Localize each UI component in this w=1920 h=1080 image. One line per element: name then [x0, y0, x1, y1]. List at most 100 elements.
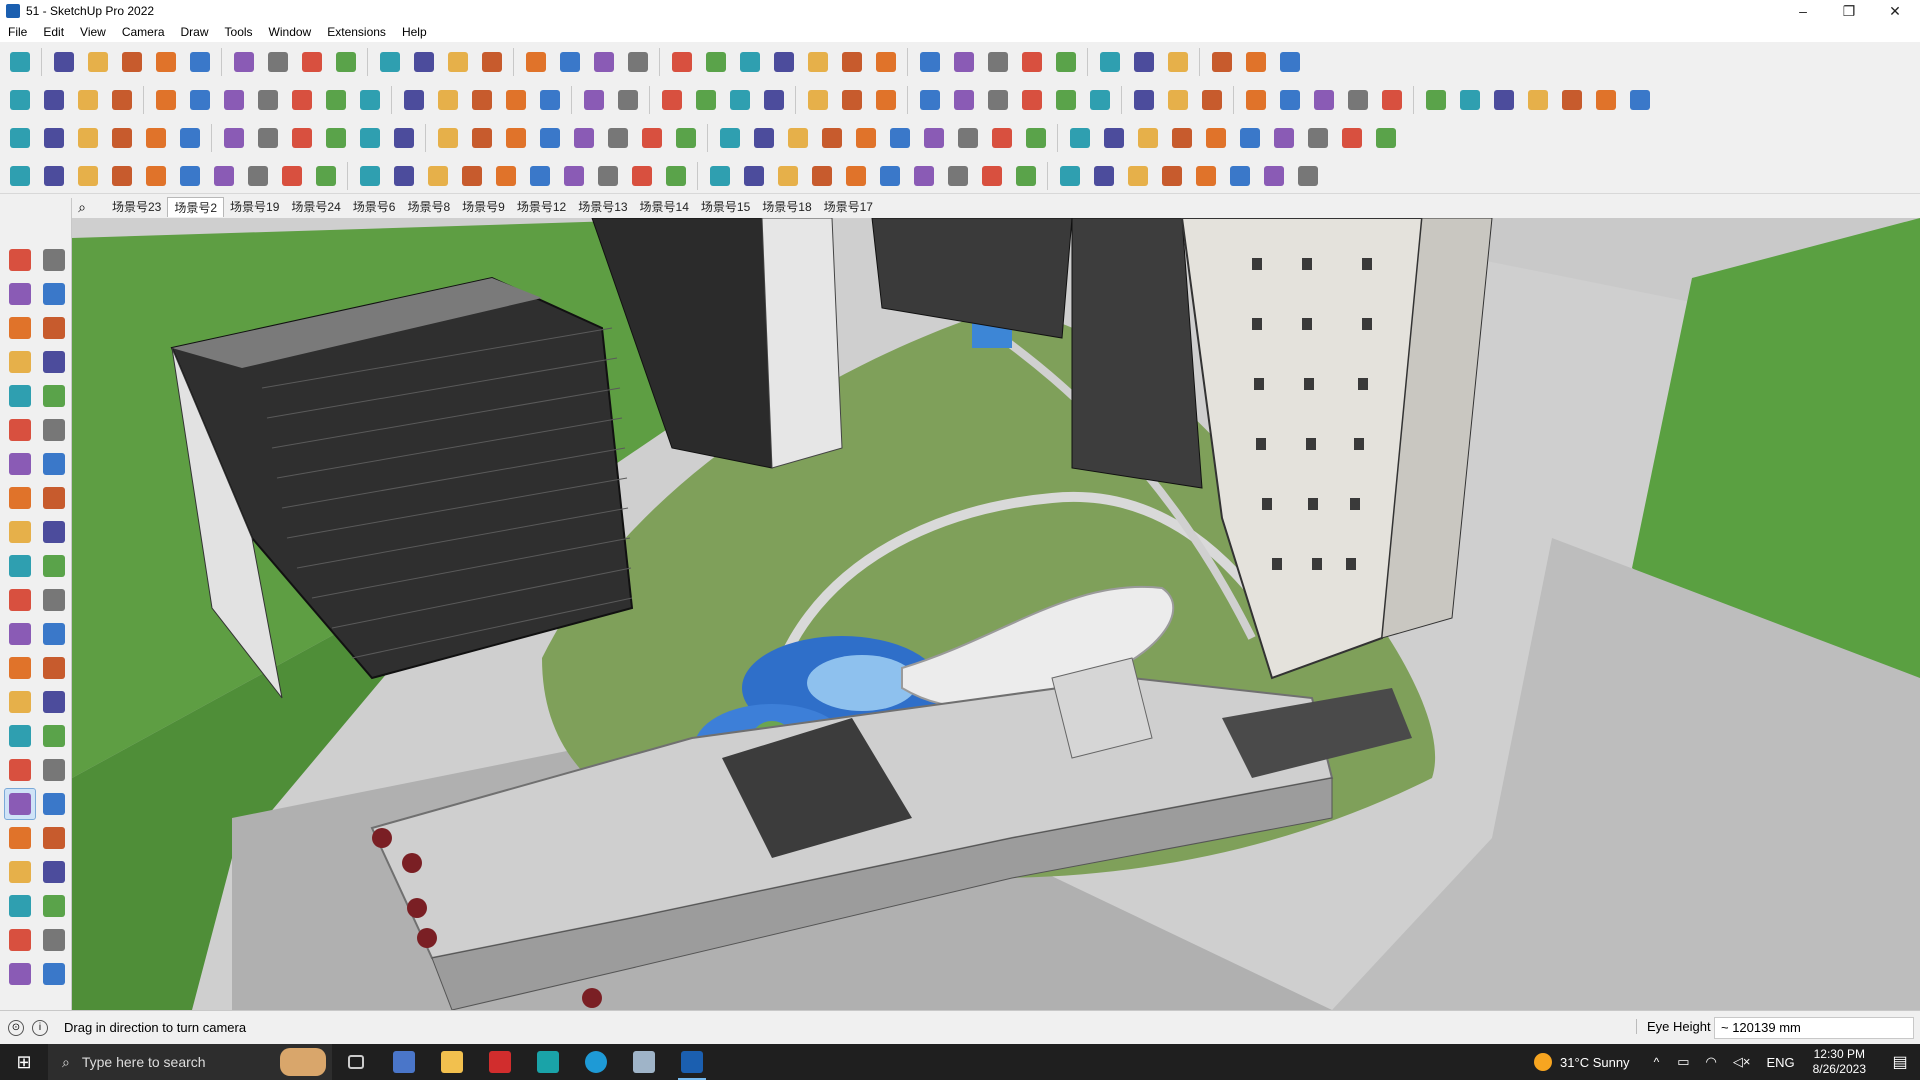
toolbar-tool-icon[interactable]: [310, 161, 341, 192]
toolbar-tool-icon[interactable]: [106, 161, 137, 192]
toolbar-tool-icon[interactable]: [208, 161, 239, 192]
toolbar-tool-icon[interactable]: [242, 161, 273, 192]
menu-camera[interactable]: Camera: [114, 25, 173, 39]
clock[interactable]: 12:30 PM 8/26/2023: [1813, 1047, 1866, 1077]
toolbar-tool-icon[interactable]: [748, 123, 779, 154]
left-tool-icon[interactable]: [4, 822, 36, 854]
toolbar-tool-icon[interactable]: [1336, 123, 1367, 154]
toolbar-tool-icon[interactable]: [296, 47, 327, 78]
toolbar-tool-icon[interactable]: [534, 85, 565, 116]
toolbar-tool-icon[interactable]: [1342, 85, 1373, 116]
toolbar-tool-icon[interactable]: [174, 161, 205, 192]
scene-tab[interactable]: 场景号24: [285, 197, 346, 217]
left-tool-icon[interactable]: [4, 244, 36, 276]
geo-location-icon[interactable]: ⊙: [8, 1019, 24, 1036]
toolbar-tool-icon[interactable]: [1162, 47, 1193, 78]
scene-tab[interactable]: 场景号15: [695, 197, 756, 217]
toolbar-tool-icon[interactable]: [666, 47, 697, 78]
info-icon[interactable]: i: [32, 1019, 48, 1036]
toolbar-tool-icon[interactable]: [1122, 161, 1153, 192]
toolbar-tool-icon[interactable]: [914, 85, 945, 116]
toolbar-tool-icon[interactable]: [558, 161, 589, 192]
toolbar-tool-icon[interactable]: [1128, 47, 1159, 78]
toolbar-tool-icon[interactable]: [738, 161, 769, 192]
toolbar-tool-icon[interactable]: [388, 161, 419, 192]
left-tool-icon[interactable]: [38, 516, 70, 548]
toolbar-tool-icon[interactable]: [1162, 85, 1193, 116]
toolbar-tool-icon[interactable]: [758, 85, 789, 116]
toolbar-tool-icon[interactable]: [612, 85, 643, 116]
left-tool-icon[interactable]: [4, 584, 36, 616]
menu-extensions[interactable]: Extensions: [319, 25, 394, 39]
toolbar-tool-icon[interactable]: [432, 123, 463, 154]
toolbar-tool-icon[interactable]: [908, 161, 939, 192]
left-tool-icon[interactable]: [4, 448, 36, 480]
toolbar-tool-icon[interactable]: [432, 85, 463, 116]
input-language[interactable]: ENG: [1766, 1055, 1794, 1070]
left-tool-icon[interactable]: [4, 482, 36, 514]
toolbar-tool-icon[interactable]: [1302, 123, 1333, 154]
toolbar-tool-icon[interactable]: [252, 123, 283, 154]
toolbar-tool-icon[interactable]: [354, 85, 385, 116]
toolbar-tool-icon[interactable]: [1016, 47, 1047, 78]
toolbar-tool-icon[interactable]: [106, 123, 137, 154]
toolbar-tool-icon[interactable]: [734, 47, 765, 78]
toolbar-tool-icon[interactable]: [840, 161, 871, 192]
toolbar-tool-icon[interactable]: [874, 161, 905, 192]
toolbar-tool-icon[interactable]: [466, 123, 497, 154]
toolbar-tool-icon[interactable]: [354, 161, 385, 192]
toolbar-tool-icon[interactable]: [1098, 123, 1129, 154]
scene-tab[interactable]: 场景号14: [634, 197, 695, 217]
menu-window[interactable]: Window: [261, 25, 320, 39]
toolbar-tool-icon[interactable]: [140, 161, 171, 192]
left-tool-icon[interactable]: [4, 278, 36, 310]
toolbar-tool-icon[interactable]: [1084, 85, 1115, 116]
toolbar-tool-icon[interactable]: [1132, 123, 1163, 154]
toolbar-tool-icon[interactable]: [724, 85, 755, 116]
toolbar-tool-icon[interactable]: [704, 161, 735, 192]
toolbar-tool-icon[interactable]: [982, 47, 1013, 78]
toolbar-tool-icon[interactable]: [286, 123, 317, 154]
toolbar-tool-icon[interactable]: [802, 47, 833, 78]
toolbar-tool-icon[interactable]: [330, 47, 361, 78]
toolbar-tool-icon[interactable]: [184, 85, 215, 116]
left-tool-icon[interactable]: [4, 346, 36, 378]
left-tool-icon[interactable]: [38, 788, 70, 820]
toolbar-tool-icon[interactable]: [252, 85, 283, 116]
toolbar-tool-icon[interactable]: [456, 161, 487, 192]
toolbar-tool-icon[interactable]: [948, 85, 979, 116]
left-tool-icon[interactable]: [4, 516, 36, 548]
toolbar-tool-icon[interactable]: [1590, 85, 1621, 116]
left-tool-icon[interactable]: [38, 652, 70, 684]
minimize-button[interactable]: –: [1780, 0, 1826, 22]
toolbar-tool-icon[interactable]: [1274, 85, 1305, 116]
toolbar-tool-icon[interactable]: [320, 85, 351, 116]
toolbar-tool-icon[interactable]: [918, 123, 949, 154]
windows-start-icon[interactable]: ⊞: [0, 1044, 48, 1080]
left-tool-icon[interactable]: [38, 618, 70, 650]
left-tool-icon[interactable]: [38, 958, 70, 990]
toolbar-tool-icon[interactable]: [4, 85, 35, 116]
scene-tab[interactable]: 场景号19: [224, 197, 285, 217]
toolbar-tool-icon[interactable]: [490, 161, 521, 192]
toolbar-tool-icon[interactable]: [1200, 123, 1231, 154]
toolbar-tool-icon[interactable]: [106, 85, 137, 116]
toolbar-tool-icon[interactable]: [1234, 123, 1265, 154]
left-tool-icon[interactable]: [38, 482, 70, 514]
scene-tab[interactable]: 场景号13: [572, 197, 633, 217]
toolbar-tool-icon[interactable]: [1016, 85, 1047, 116]
toolbar-tool-icon[interactable]: [1010, 161, 1041, 192]
left-tool-icon[interactable]: [38, 924, 70, 956]
toolbar-tool-icon[interactable]: [38, 123, 69, 154]
left-tool-icon[interactable]: [38, 890, 70, 922]
left-tool-icon[interactable]: [38, 448, 70, 480]
toolbar-tool-icon[interactable]: [150, 47, 181, 78]
toolbar-tool-icon[interactable]: [578, 85, 609, 116]
toolbar-tool-icon[interactable]: [816, 123, 847, 154]
scene-tab[interactable]: 场景号17: [818, 197, 879, 217]
model-viewport[interactable]: [72, 218, 1920, 1010]
toolbar-tool-icon[interactable]: [870, 85, 901, 116]
toolbar-tool-icon[interactable]: [1190, 161, 1221, 192]
left-tool-icon[interactable]: [4, 720, 36, 752]
toolbar-tool-icon[interactable]: [150, 85, 181, 116]
